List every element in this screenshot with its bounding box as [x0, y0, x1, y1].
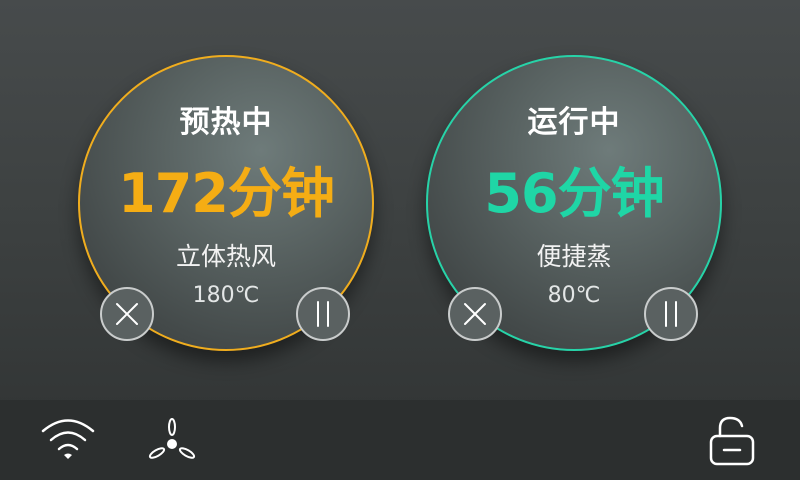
bottom-status-bar: [0, 400, 800, 480]
close-icon: [464, 303, 486, 325]
close-icon: [116, 303, 138, 325]
cooking-mode: 便捷蒸: [536, 242, 612, 271]
pause-button-right[interactable]: [644, 287, 698, 341]
remaining-time: 172分钟: [118, 162, 335, 225]
pause-button-left[interactable]: [296, 287, 350, 341]
lock-icon[interactable]: [706, 414, 758, 468]
cooking-status: 运行中: [527, 105, 621, 140]
cancel-button-right[interactable]: [448, 287, 502, 341]
remaining-time: 56分钟: [484, 162, 664, 225]
wifi-icon[interactable]: [38, 416, 98, 462]
pause-icon: [665, 301, 677, 327]
cooking-mode: 立体热风: [175, 242, 276, 271]
pause-icon: [317, 301, 329, 327]
fan-icon[interactable]: [146, 416, 198, 464]
cooking-status: 预热中: [179, 105, 273, 140]
oven-status-screen: 预热中 172分钟 立体热风 180℃ 运行中 56分钟 便捷蒸 80℃: [0, 0, 800, 400]
cancel-button-left[interactable]: [100, 287, 154, 341]
